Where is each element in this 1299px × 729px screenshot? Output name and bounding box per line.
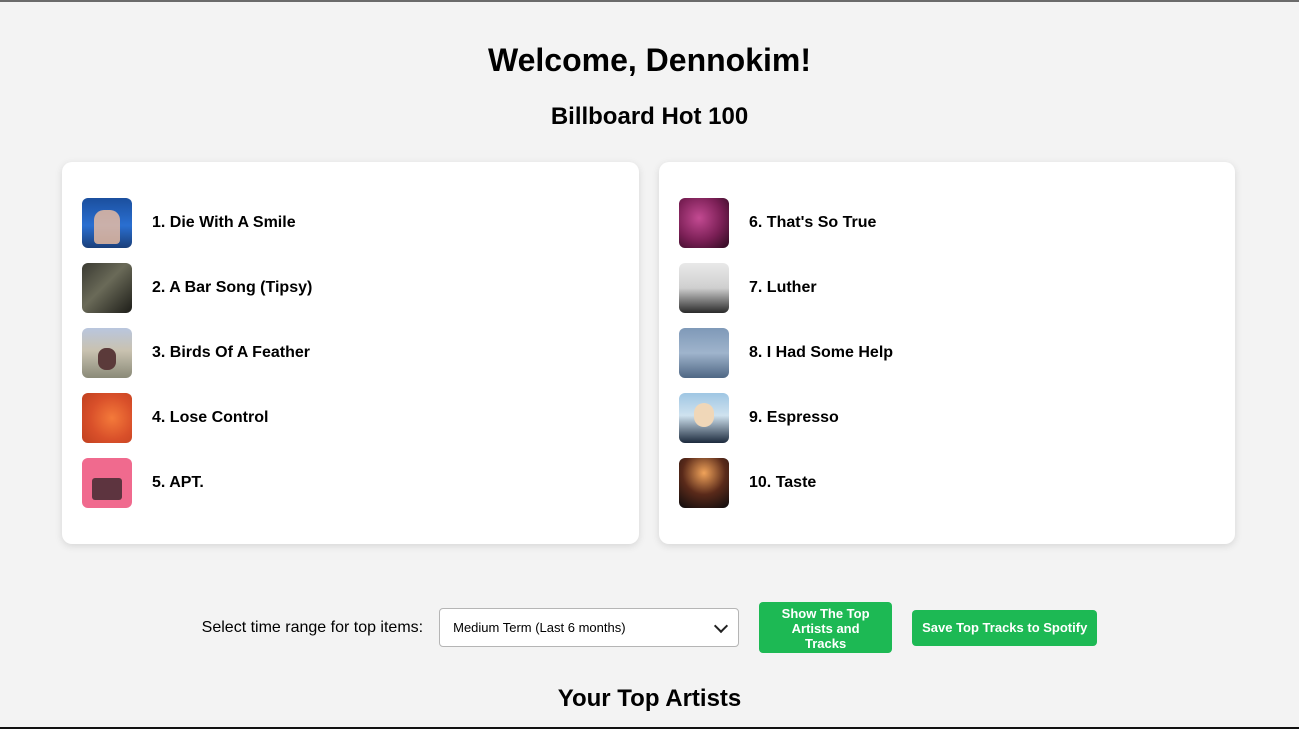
album-cover-image [679,263,729,313]
track-title: 6. That's So True [749,214,877,231]
track-item: 4. Lose Control [82,393,619,443]
track-title: 2. A Bar Song (Tipsy) [152,279,313,296]
track-item: 7. Luther [679,263,1215,313]
track-title: 1. Die With A Smile [152,214,296,231]
time-range-controls: Select time range for top items: Medium … [0,602,1299,653]
track-title: 5. APT. [152,474,204,491]
track-title: 8. I Had Some Help [749,344,894,361]
track-item: 3. Birds Of A Feather [82,328,619,378]
track-title: 9. Espresso [749,409,839,426]
show-top-items-button[interactable]: Show The Top Artists and Tracks [759,602,893,653]
track-item: 9. Espresso [679,393,1215,443]
track-item: 8. I Had Some Help [679,328,1215,378]
top-artists-heading: Your Top Artists [557,685,742,712]
page-title: Welcome, Dennokim! [487,42,812,78]
track-title: 4. Lose Control [152,409,269,426]
album-cover-image [679,393,729,443]
album-cover-image [82,328,132,378]
track-title: 7. Luther [749,279,817,296]
album-cover-image [82,393,132,443]
time-range-select[interactable]: Medium Term (Last 6 months) [439,608,740,647]
time-range-selected-value: Medium Term (Last 6 months) [453,620,626,635]
chevron-down-icon [714,618,729,633]
track-item: 10. Taste [679,458,1215,508]
chart-title: Billboard Hot 100 [550,103,749,130]
track-item: 5. APT. [82,458,619,508]
track-title: 3. Birds Of A Feather [152,344,310,361]
track-item: 6. That's So True [679,198,1215,248]
album-cover-image [82,263,132,313]
track-title: 10. Taste [749,474,817,491]
track-item: 1. Die With A Smile [82,198,619,248]
album-cover-image [679,198,729,248]
album-cover-image [679,458,729,508]
track-item: 2. A Bar Song (Tipsy) [82,263,619,313]
chart-card-right: 6. That's So True 7. Luther 8. I Had Som… [659,162,1235,544]
time-range-label: Select time range for top items: [201,618,424,636]
album-cover-image [679,328,729,378]
chart-card-left: 1. Die With A Smile 2. A Bar Song (Tipsy… [62,162,639,544]
album-cover-image [82,198,132,248]
save-top-tracks-button[interactable]: Save Top Tracks to Spotify [912,609,1098,646]
album-cover-image [82,458,132,508]
